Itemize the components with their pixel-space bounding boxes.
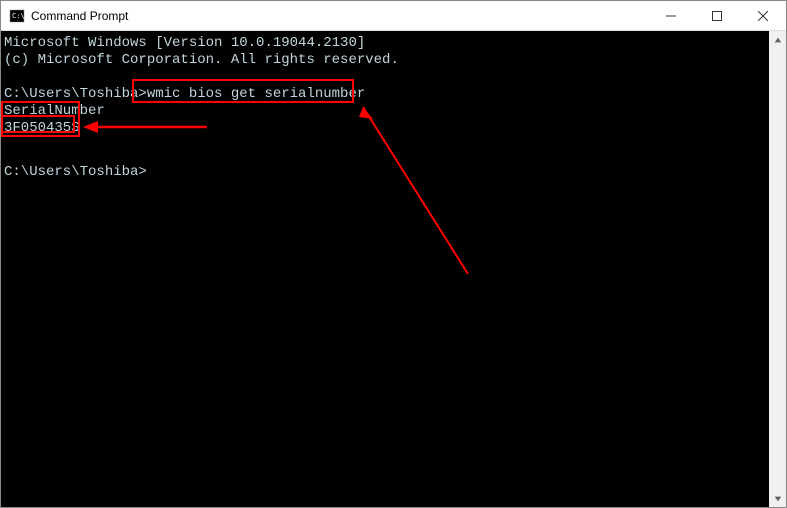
terminal-content: Microsoft Windows [Version 10.0.19044.21… xyxy=(1,31,786,167)
window-title: Command Prompt xyxy=(31,9,648,23)
titlebar: C:\ Command Prompt xyxy=(1,1,786,31)
scroll-down-button[interactable] xyxy=(769,490,786,507)
vertical-scrollbar[interactable] xyxy=(769,31,786,507)
cmd-icon: C:\ xyxy=(9,8,25,24)
command-prompt-window: C:\ Command Prompt Microsoft Windows [Ve… xyxy=(0,0,787,508)
prompt-path: C:\Users\Toshiba> xyxy=(4,86,147,102)
maximize-button[interactable] xyxy=(694,1,740,30)
close-button[interactable] xyxy=(740,1,786,30)
svg-text:C:\: C:\ xyxy=(12,12,25,20)
window-controls xyxy=(648,1,786,30)
terminal-area[interactable]: Microsoft Windows [Version 10.0.19044.21… xyxy=(1,31,786,507)
minimize-button[interactable] xyxy=(648,1,694,30)
annotation-highlight-command xyxy=(132,79,354,103)
annotation-highlight-serial-inner xyxy=(1,115,75,133)
terminal-prompt-line-2: C:\Users\Toshiba> xyxy=(4,164,147,181)
scroll-up-button[interactable] xyxy=(769,31,786,48)
terminal-line-version: Microsoft Windows [Version 10.0.19044.21… xyxy=(4,35,365,52)
prompt-path: C:\Users\Toshiba> xyxy=(4,164,147,180)
terminal-line-copyright: (c) Microsoft Corporation. All rights re… xyxy=(4,52,399,69)
